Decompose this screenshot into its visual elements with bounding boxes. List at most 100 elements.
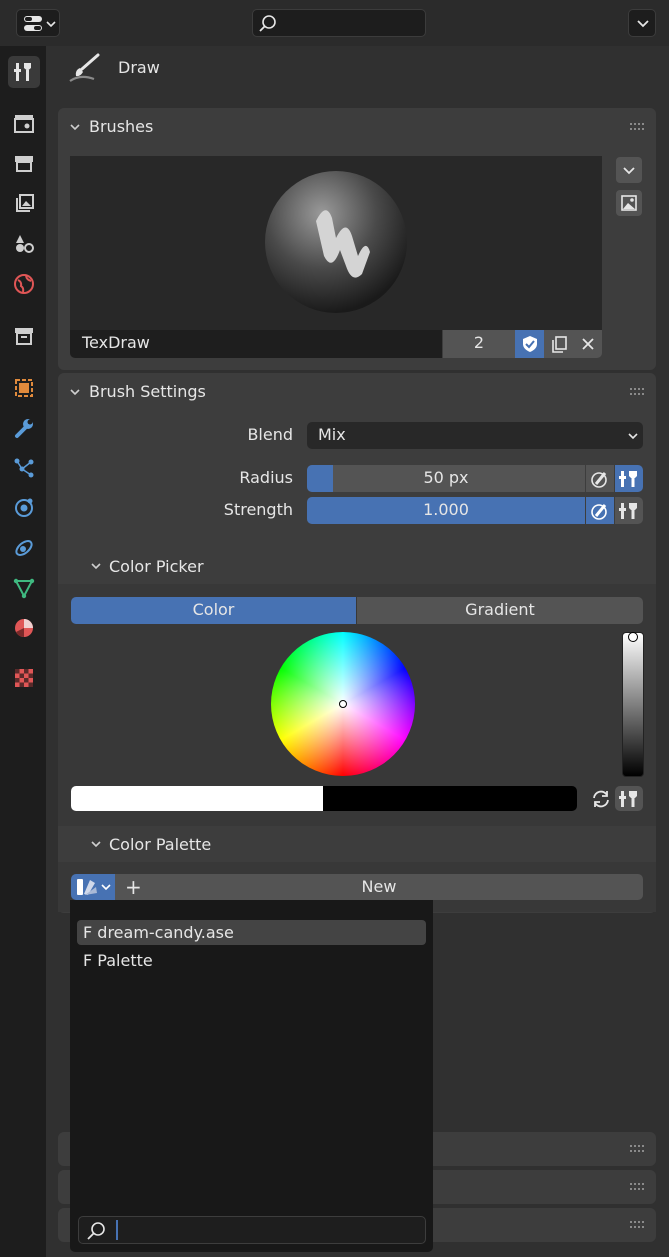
image-icon: [621, 195, 637, 211]
swap-colors-button[interactable]: [587, 786, 615, 811]
unified-brush-icon: [619, 790, 637, 807]
radius-slider[interactable]: 50 px: [307, 465, 585, 492]
unlink-brush-button[interactable]: [573, 330, 602, 358]
color-wheel[interactable]: [271, 632, 415, 776]
new-palette-button[interactable]: + New: [115, 874, 643, 900]
brush-browse-button[interactable]: [616, 157, 642, 183]
unified-brush-icon: [619, 470, 637, 487]
drag-grip-icon[interactable]: [630, 123, 644, 131]
drag-grip-icon[interactable]: [630, 1145, 644, 1153]
tab-world[interactable]: [8, 268, 40, 300]
tab-physics[interactable]: [8, 492, 40, 524]
new-palette-label: New: [361, 877, 397, 896]
brush-name-field[interactable]: TexDraw: [70, 330, 442, 358]
value-slider-handle[interactable]: [628, 632, 638, 642]
tab-collection[interactable]: [8, 320, 40, 352]
editor-type-button[interactable]: [16, 9, 60, 37]
secondary-color-swatch[interactable]: [323, 786, 577, 811]
primary-color-swatch[interactable]: [71, 786, 323, 811]
tab-material[interactable]: [8, 612, 40, 644]
constraints-icon: [15, 540, 33, 556]
radius-unified-button[interactable]: [615, 465, 643, 492]
properties-tab-bar: [0, 46, 46, 1257]
brush-settings-panel-header[interactable]: Brush Settings: [58, 373, 656, 411]
brush-users-count[interactable]: 2: [443, 330, 515, 358]
tab-texture[interactable]: [8, 662, 40, 694]
color-wheel-cursor[interactable]: [339, 700, 347, 708]
shield-icon: [522, 336, 537, 352]
chevron-down-icon: [623, 167, 635, 175]
strength-value: 1.000: [423, 500, 469, 519]
particles-icon: [14, 458, 34, 478]
tab-data[interactable]: [8, 572, 40, 604]
tab-gradient[interactable]: Gradient: [357, 597, 643, 624]
radius-pressure-button[interactable]: [586, 465, 614, 492]
properties-search-input[interactable]: [252, 9, 426, 37]
brush-image-button[interactable]: [616, 190, 642, 216]
blend-dropdown[interactable]: Mix: [307, 422, 643, 449]
data-icon: [13, 578, 35, 599]
brushes-panel-header[interactable]: Brushes: [58, 108, 656, 146]
chevron-down-icon: [637, 20, 649, 28]
output-icon: [15, 156, 33, 172]
radius-value: 50 px: [423, 468, 469, 487]
strength-slider[interactable]: 1.000: [307, 497, 585, 524]
color-unified-button[interactable]: [615, 786, 643, 811]
color-palette-title: Color Palette: [109, 835, 212, 854]
strength-label: Strength: [223, 500, 293, 519]
strength-pressure-button[interactable]: [586, 497, 614, 524]
physics-icon: [15, 498, 33, 517]
duplicate-brush-button[interactable]: [544, 330, 573, 358]
tab-scene[interactable]: [8, 228, 40, 260]
unified-brush-icon: [619, 502, 637, 519]
world-icon: [14, 274, 34, 294]
tab-constraints[interactable]: [8, 532, 40, 564]
radius-label: Radius: [239, 468, 293, 487]
editor-type-icon: [24, 16, 56, 31]
draw-tool-icon: [68, 52, 102, 88]
drag-grip-icon[interactable]: [630, 388, 644, 396]
color-picker-title: Color Picker: [109, 557, 204, 576]
tab-tool[interactable]: [8, 56, 40, 88]
brush-preview-thumbnail[interactable]: [70, 156, 602, 330]
palette-icon: [77, 879, 111, 895]
tab-particles[interactable]: [8, 452, 40, 484]
options-dropdown-button[interactable]: [628, 9, 656, 37]
brushes-panel-title: Brushes: [89, 117, 154, 136]
view-layer-icon: [16, 194, 34, 212]
search-icon: [259, 15, 276, 32]
tab-render[interactable]: [8, 108, 40, 140]
palette-search-input[interactable]: [78, 1216, 426, 1244]
chevron-down-icon: [70, 389, 80, 396]
tab-output[interactable]: [8, 148, 40, 180]
tab-color[interactable]: Color: [71, 597, 356, 624]
palette-browse-button[interactable]: [71, 874, 115, 900]
palette-menu-item[interactable]: F dream-candy.ase: [77, 920, 426, 945]
drag-grip-icon[interactable]: [630, 1183, 644, 1191]
blend-value: Mix: [318, 425, 346, 444]
tab-view-layer[interactable]: [8, 188, 40, 220]
value-slider[interactable]: [622, 632, 644, 777]
color-picker-subpanel-header[interactable]: Color Picker: [58, 548, 656, 584]
swap-icon: [593, 790, 609, 807]
brush-settings-panel-title: Brush Settings: [89, 382, 206, 401]
strength-unified-button[interactable]: [615, 497, 643, 524]
duplicate-icon: [551, 336, 567, 353]
pressure-pen-icon: [591, 503, 607, 520]
palette-menu-item[interactable]: F Palette: [77, 948, 426, 973]
drag-grip-icon[interactable]: [630, 1221, 644, 1229]
fake-user-button[interactable]: [515, 330, 544, 358]
chevron-down-icon: [628, 433, 638, 440]
scene-icon: [16, 235, 34, 253]
close-icon: [581, 338, 594, 350]
tab-modifiers[interactable]: [8, 412, 40, 444]
color-palette-subpanel-header[interactable]: Color Palette: [58, 826, 656, 862]
tab-object[interactable]: [8, 372, 40, 404]
collection-icon: [15, 328, 33, 345]
active-tool-name: Draw: [118, 58, 160, 77]
blend-label: Blend: [247, 425, 293, 444]
search-icon: [87, 1222, 105, 1240]
brush-thumbnail-icon: [265, 171, 407, 313]
chevron-down-icon: [70, 124, 80, 131]
chevron-down-icon: [91, 841, 101, 848]
